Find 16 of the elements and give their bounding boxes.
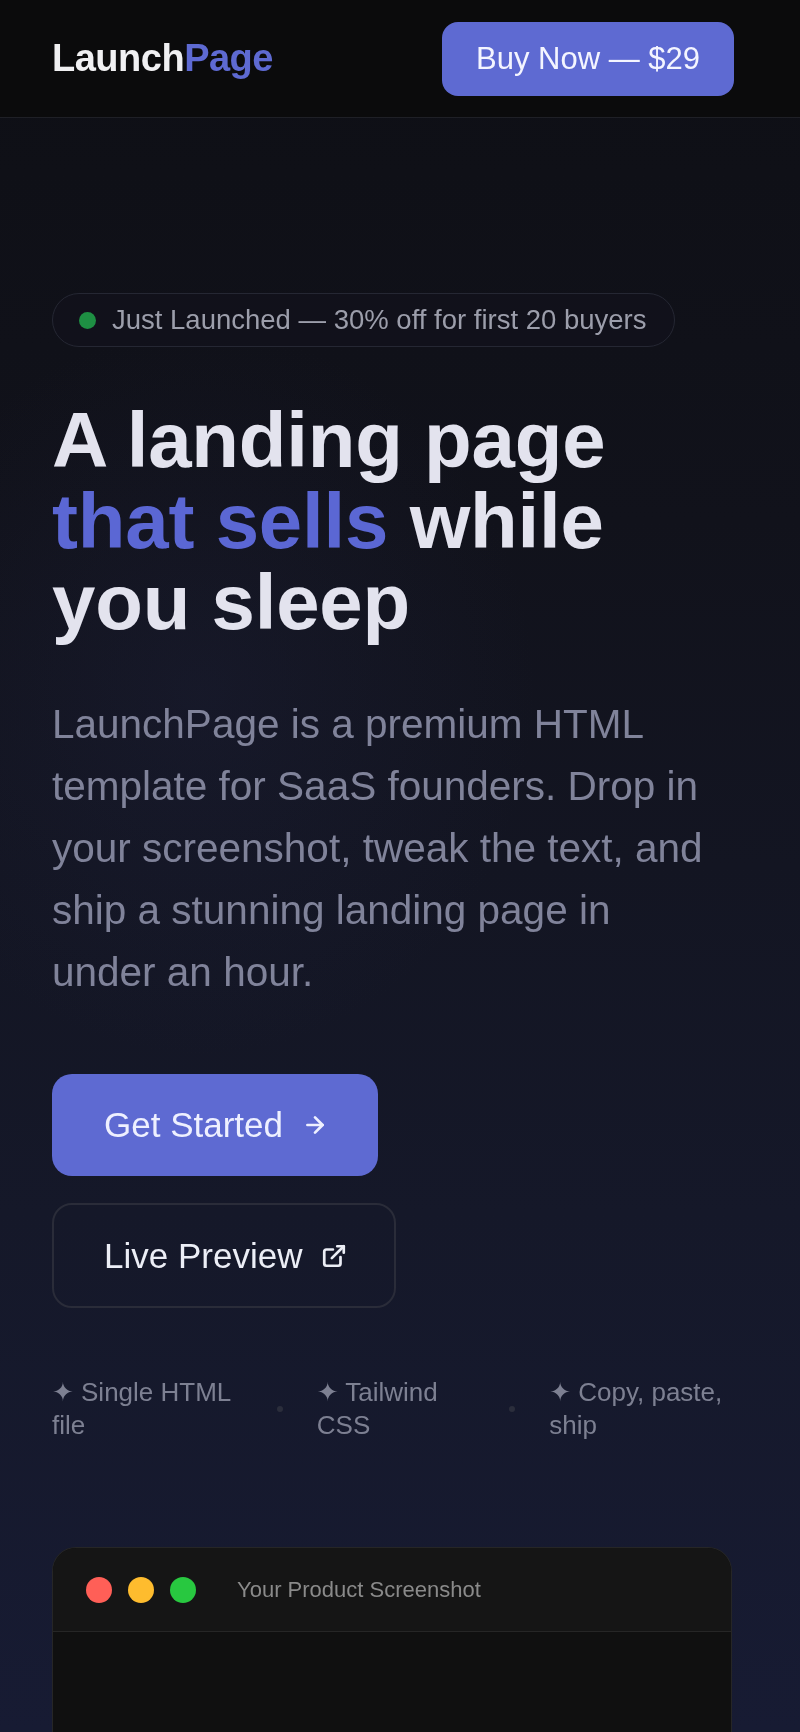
logo: LaunchPage [52, 37, 273, 80]
window-title: Your Product Screenshot [237, 1576, 481, 1603]
get-started-button[interactable]: Get Started [52, 1074, 378, 1176]
buy-now-button[interactable]: Buy Now — $29 [442, 21, 734, 96]
window-dot-icon [86, 1576, 112, 1603]
live-preview-button[interactable]: Live Preview [52, 1203, 397, 1308]
feature-text: ✦ Copy, paste, ship [549, 1376, 724, 1441]
feature-text: ✦ Single HTML file [52, 1376, 232, 1441]
status-dot-icon [79, 311, 96, 329]
feature-text: ✦ Tailwind CSS [316, 1376, 439, 1441]
window-dot-icon [170, 1576, 196, 1603]
hero-heading: A landing page that sells while you sleep [52, 400, 607, 643]
hero-description: LaunchPage is a premium HTML template for SaaS founders. Drop in your screenshot, tweak the text, and ship a stunning landing page in under an hour. [52, 700, 704, 997]
external-link-icon [321, 1242, 348, 1269]
badge-text: Just Launched — 30% off for first 20 buyers [112, 304, 647, 336]
window-dot-icon [128, 1576, 154, 1603]
